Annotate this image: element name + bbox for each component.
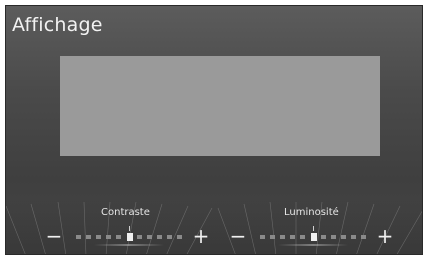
- slider-segment: [86, 235, 91, 239]
- brightness-increase-button[interactable]: +: [374, 226, 396, 248]
- slider-segment: [167, 235, 172, 239]
- contrast-increase-button[interactable]: +: [190, 226, 212, 248]
- slider-segment: [341, 235, 346, 239]
- brightness-slider[interactable]: [257, 226, 369, 246]
- slider-center-tick: [313, 226, 314, 231]
- slider-segment: [280, 235, 285, 239]
- brightness-decrease-button[interactable]: −: [227, 226, 249, 248]
- slider-segment: [116, 235, 121, 239]
- contrast-decrease-button[interactable]: −: [43, 226, 65, 248]
- screen-title: Affichage: [12, 14, 103, 36]
- slider-segment: [147, 235, 152, 239]
- slider-knob[interactable]: [126, 233, 133, 241]
- slider-segment: [270, 235, 275, 239]
- slider-segment: [177, 235, 182, 239]
- slider-segment: [106, 235, 111, 239]
- slider-segment: [351, 235, 356, 239]
- slider-glow: [94, 244, 164, 246]
- slider-segment: [290, 235, 295, 239]
- slider-center-tick: [129, 226, 130, 231]
- slider-segment: [321, 235, 326, 239]
- slider-segment: [361, 235, 366, 239]
- display-settings-screen: Affichage Contraste − + Luminosité − +: [5, 5, 423, 255]
- slider-segment: [137, 235, 142, 239]
- display-preview-area: [60, 56, 380, 156]
- contrast-label: Contraste: [101, 207, 150, 218]
- light-rays-decoration: [6, 201, 422, 254]
- slider-segment: [300, 235, 305, 239]
- slider-segment: [157, 235, 162, 239]
- slider-segment: [96, 235, 101, 239]
- slider-segment: [260, 235, 265, 239]
- slider-glow: [278, 244, 348, 246]
- slider-segment: [76, 235, 81, 239]
- brightness-label: Luminosité: [284, 207, 339, 218]
- slider-segment: [331, 235, 336, 239]
- slider-knob[interactable]: [310, 233, 317, 241]
- contrast-slider[interactable]: [73, 226, 185, 246]
